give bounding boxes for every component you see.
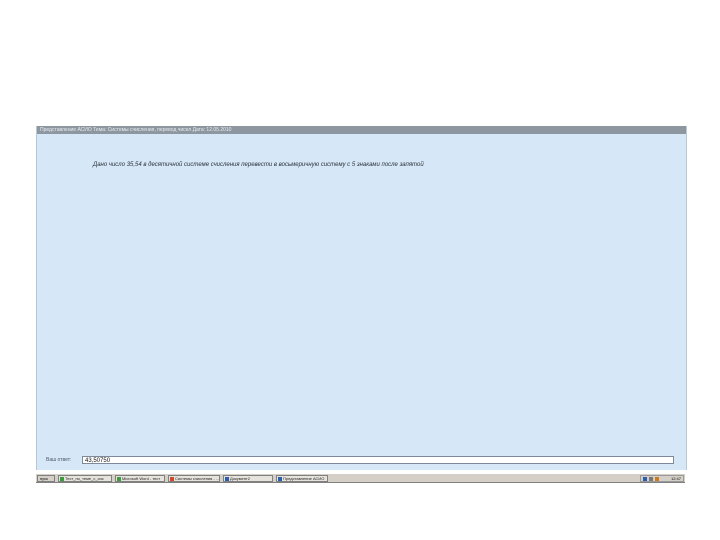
document-icon [60, 477, 64, 481]
answer-input[interactable]: 43,50750 [82, 456, 674, 464]
taskbar-button-label: Microsoft Word - тест [122, 476, 161, 481]
taskbar-button-label: Тест_по_теме_с_сис [65, 476, 104, 481]
language-icon[interactable] [643, 477, 647, 481]
taskbar-button-presentation[interactable]: Системы счисления - ... [168, 475, 220, 482]
word-icon [117, 477, 121, 481]
answer-label: Ваш ответ: [46, 457, 72, 463]
clock: 12:47 [670, 476, 681, 481]
taskbar-button-label: Системы счисления - ... [175, 476, 220, 481]
taskbar-button-document2[interactable]: Документ2 [223, 475, 273, 482]
document-icon [225, 477, 229, 481]
presentation-icon [170, 477, 174, 481]
test-window: Представление АСИО Тема: Системы счислен… [36, 126, 687, 470]
taskbar-button-word[interactable]: Microsoft Word - тест [115, 475, 165, 482]
taskbar-button-label: Документ2 [230, 476, 250, 481]
volume-icon[interactable] [649, 477, 653, 481]
window-title-bar: Представление АСИО Тема: Системы счислен… [37, 126, 686, 134]
app-icon [278, 477, 282, 481]
task-question: Дано число 35,54 в десятичной системе сч… [93, 162, 424, 168]
network-icon[interactable] [655, 477, 659, 481]
start-button[interactable]: пуск [37, 475, 55, 482]
system-tray: 12:47 [640, 475, 684, 482]
taskbar-button-test-doc[interactable]: Тест_по_теме_с_сис [58, 475, 112, 482]
taskbar: пуск Тест_по_теме_с_сис Microsoft Word -… [36, 473, 685, 483]
taskbar-button-label: Представление АСИО [283, 476, 325, 481]
taskbar-button-asio[interactable]: Представление АСИО [276, 475, 328, 482]
answer-row: Ваш ответ: 43,50750 [46, 456, 677, 465]
